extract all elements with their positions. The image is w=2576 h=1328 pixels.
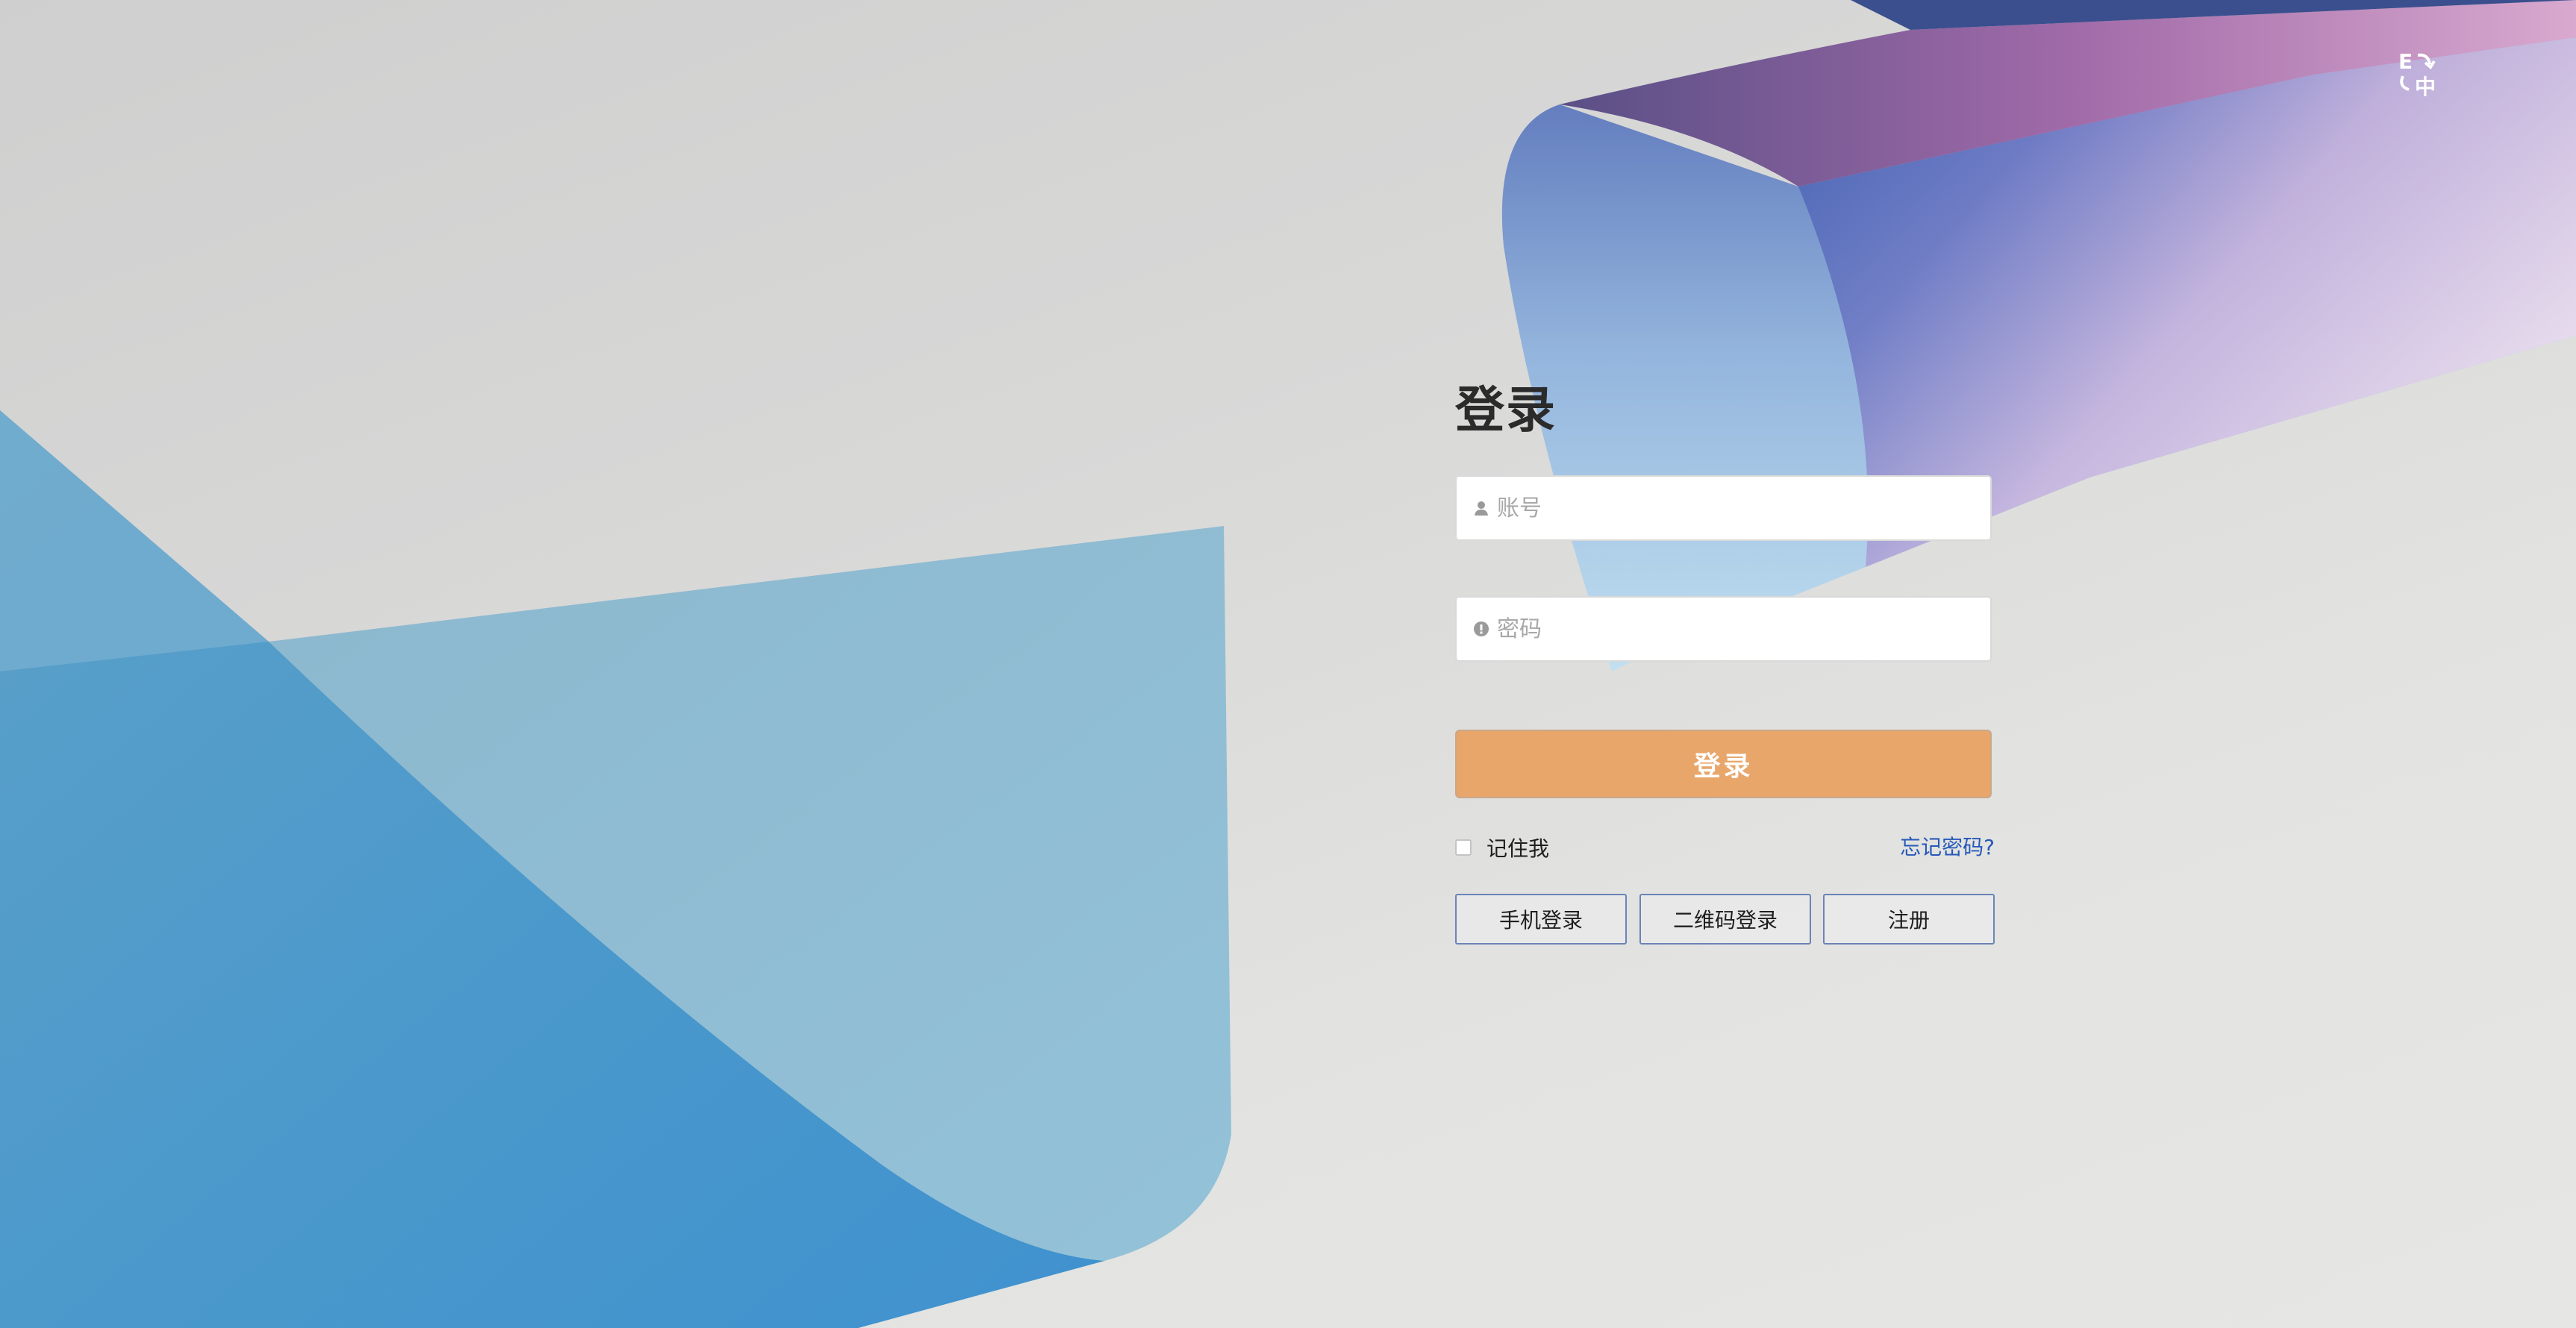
user-icon — [1475, 501, 1488, 516]
language-switch-icon: E 中 — [2398, 49, 2436, 99]
language-switch-button[interactable]: E 中 — [2395, 46, 2443, 99]
register-button[interactable]: 注册 — [1823, 894, 1995, 945]
lock-icon — [1474, 621, 1489, 636]
checkbox-box[interactable] — [1455, 839, 1472, 856]
remember-me-label: 记住我 — [1486, 836, 1550, 861]
login-page: E 中 登录 登录 记住我 — [0, 0, 2576, 1328]
svg-text:E: E — [2398, 49, 2413, 74]
svg-text:中: 中 — [2415, 75, 2436, 98]
background-artwork — [0, 0, 2576, 1328]
phone-login-button[interactable]: 手机登录 — [1455, 894, 1627, 945]
login-button[interactable]: 登录 — [1455, 730, 1992, 798]
login-form: 登录 登录 记住我 忘记密码? 手机登录 二维码登录 注册 — [1455, 377, 1995, 945]
password-input[interactable] — [1497, 599, 1975, 659]
account-field[interactable] — [1455, 475, 1992, 541]
password-field[interactable] — [1455, 596, 1992, 662]
qr-login-button[interactable]: 二维码登录 — [1639, 894, 1811, 945]
forgot-password-link[interactable]: 忘记密码? — [1900, 833, 1995, 862]
login-title: 登录 — [1455, 381, 1557, 439]
account-input[interactable] — [1497, 478, 1975, 538]
remember-me-checkbox[interactable]: 记住我 — [1455, 833, 1549, 862]
